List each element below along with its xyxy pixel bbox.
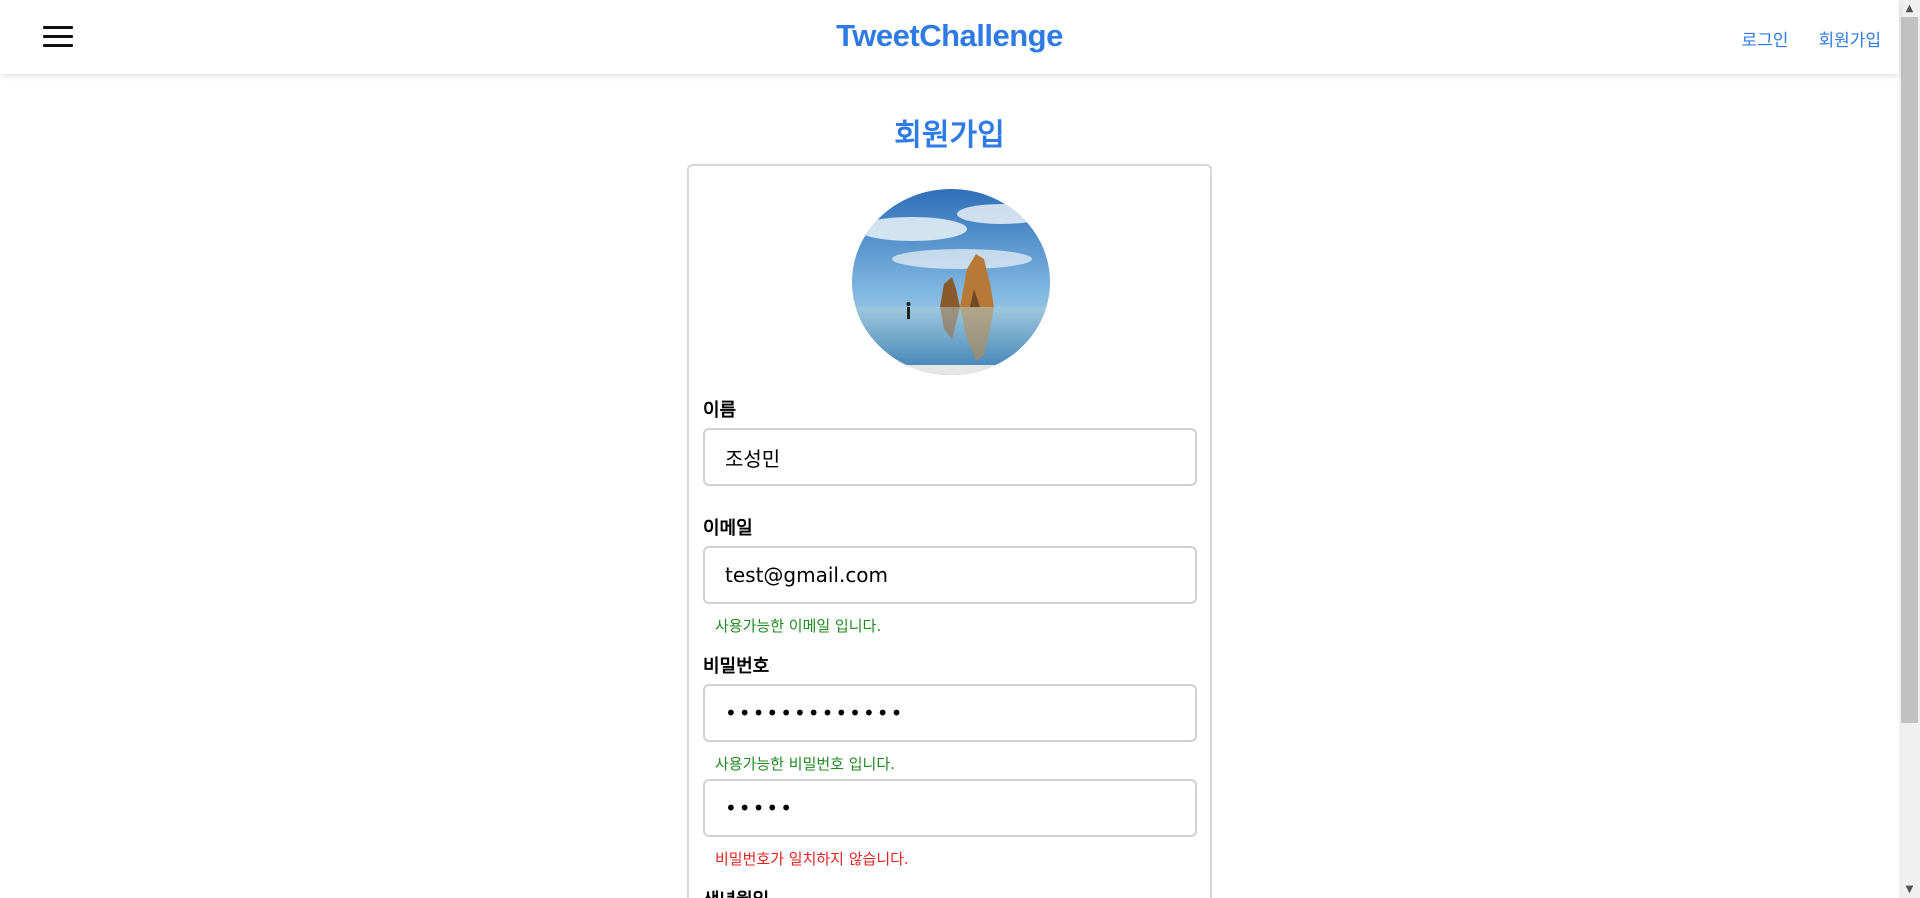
page-title: 회원가입 — [894, 118, 1005, 153]
scroll-down-arrow-icon[interactable]: ▼ — [1899, 881, 1920, 898]
scroll-up-arrow-icon[interactable]: ▲ — [1899, 0, 1920, 17]
password-valid-message: 사용가능한 비밀번호 입니다. — [715, 755, 895, 773]
email-label: 이메일 — [703, 518, 753, 539]
name-input[interactable] — [703, 428, 1197, 486]
password-confirm-input[interactable] — [703, 779, 1197, 837]
scrollbar-thumb[interactable] — [1901, 17, 1918, 723]
brand-logo[interactable]: TweetChallenge — [0, 18, 1899, 54]
signup-link[interactable]: 회원가입 — [1818, 26, 1881, 51]
email-input[interactable] — [703, 546, 1197, 604]
birth-label: 생년월일 — [703, 886, 769, 898]
auth-nav: 로그인 회원가입 — [1742, 26, 1881, 51]
email-valid-message: 사용가능한 이메일 입니다. — [715, 617, 882, 635]
signup-form-card: 이름 이메일 사용가능한 이메일 입니다. 비밀번호 사용가능한 비밀번호 입니… — [687, 164, 1212, 898]
password-mismatch-message: 비밀번호가 일치하지 않습니다. — [715, 850, 909, 868]
name-label: 이름 — [703, 400, 737, 421]
password-label: 비밀번호 — [703, 656, 770, 677]
login-link[interactable]: 로그인 — [1742, 26, 1789, 51]
page-scrollbar[interactable]: ▲ ▼ — [1899, 0, 1920, 898]
top-navbar: TweetChallenge 로그인 회원가입 — [0, 0, 1899, 74]
profile-image[interactable] — [852, 189, 1050, 375]
password-input[interactable] — [703, 684, 1197, 742]
